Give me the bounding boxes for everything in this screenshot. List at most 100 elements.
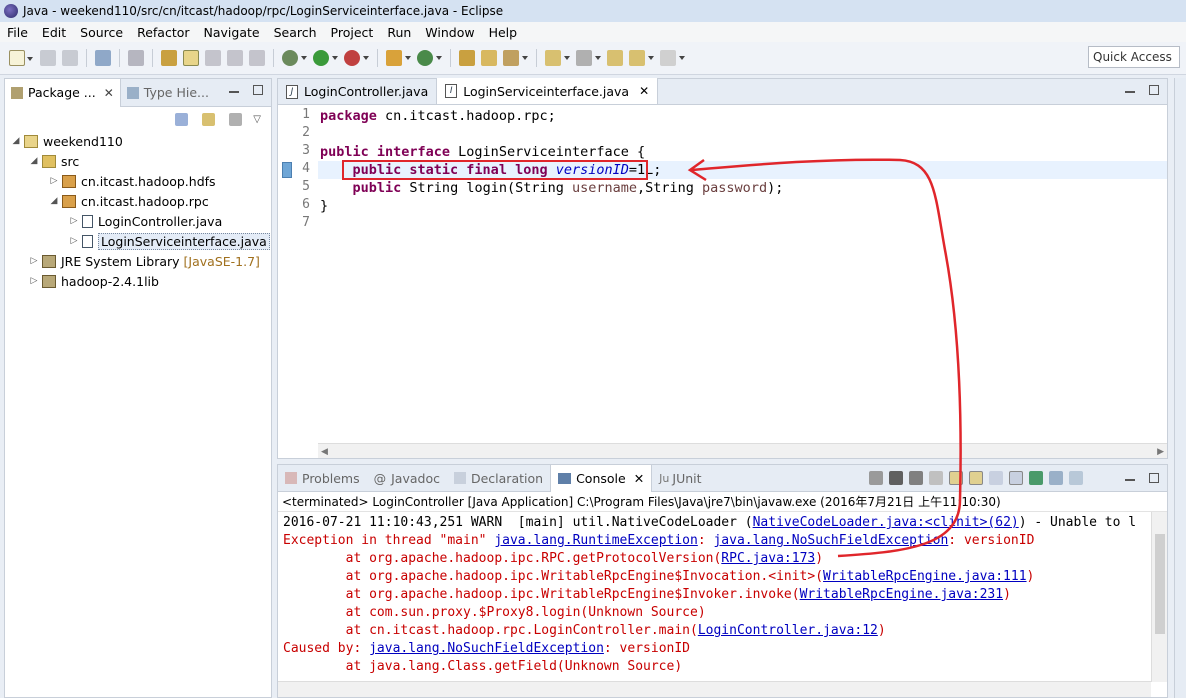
tree-item-weekend110[interactable]: ◢ weekend110	[11, 131, 271, 151]
menu-edit[interactable]: Edit	[35, 25, 73, 40]
remove-launch-icon[interactable]	[889, 471, 903, 485]
maximize-icon[interactable]	[1149, 85, 1159, 95]
scroll-right-icon[interactable]: ▶	[1157, 447, 1164, 457]
tree-item-hadoop-lib[interactable]: ▷ hadoop-2.4.1lib	[11, 271, 271, 291]
menu-navigate[interactable]: Navigate	[197, 25, 267, 40]
collapse-all-icon[interactable]	[175, 112, 189, 126]
toggle-mark-occurrences-icon[interactable]	[183, 50, 199, 66]
tree-item-login-controller[interactable]: ▷ LoginController.java	[11, 211, 271, 231]
menu-run[interactable]: Run	[380, 25, 418, 40]
menu-search[interactable]: Search	[267, 25, 324, 40]
collapsed-twisty-icon[interactable]: ▷	[29, 256, 39, 266]
tab-login-service-interface[interactable]: I LoginServiceinterface.java ✕	[437, 78, 659, 104]
stack-link[interactable]: WritableRpcEngine.java:231	[800, 587, 1004, 602]
tab-package-explorer[interactable]: Package ... ✕	[5, 78, 121, 107]
scroll-thumb[interactable]	[1155, 534, 1165, 634]
debug-icon[interactable]	[282, 50, 307, 66]
console-horizontal-scrollbar[interactable]	[278, 681, 1151, 697]
stack-link[interactable]: NativeCodeLoader.java:<clinit>(62)	[753, 515, 1019, 530]
search-icon[interactable]	[503, 50, 528, 66]
collapsed-twisty-icon[interactable]: ▷	[69, 216, 79, 226]
minimize-icon[interactable]	[1125, 91, 1135, 93]
stack-link[interactable]: WritableRpcEngine.java:111	[823, 569, 1027, 584]
console-vertical-scrollbar[interactable]	[1151, 512, 1167, 682]
previous-annotation-icon[interactable]	[576, 50, 601, 66]
save-icon[interactable]	[40, 50, 56, 66]
open-type-icon[interactable]	[161, 50, 177, 66]
menu-source[interactable]: Source	[73, 25, 130, 40]
stack-link[interactable]: java.lang.NoSuchFieldException	[369, 641, 604, 656]
tab-console[interactable]: Console ✕	[550, 464, 653, 492]
stack-link[interactable]: RPC.java:173	[721, 551, 815, 566]
quick-access-input[interactable]: Quick Access	[1088, 46, 1180, 68]
close-icon[interactable]: ✕	[634, 471, 644, 486]
remove-all-launches-icon[interactable]	[909, 471, 923, 485]
menu-file[interactable]: File	[0, 25, 35, 40]
forward-icon[interactable]	[660, 50, 685, 66]
menu-window[interactable]: Window	[418, 25, 481, 40]
back-icon[interactable]	[629, 50, 654, 66]
minimize-icon[interactable]	[1125, 479, 1135, 481]
run-icon[interactable]	[313, 50, 338, 66]
show-on-output-icon[interactable]	[989, 471, 1003, 485]
tab-type-hierarchy[interactable]: Type Hie...	[121, 79, 215, 107]
skip-breakpoints-icon[interactable]	[128, 50, 144, 66]
tree-item-src[interactable]: ◢ src	[11, 151, 271, 171]
view-menu-icon[interactable]: ▽	[253, 114, 261, 125]
editor-horizontal-scrollbar[interactable]: ◀ ▶	[318, 443, 1167, 458]
scroll-lock-icon[interactable]	[949, 471, 963, 485]
new-java-class-icon[interactable]	[417, 50, 442, 66]
terminate-icon[interactable]	[869, 471, 883, 485]
menu-project[interactable]: Project	[324, 25, 381, 40]
toggle-block-selection-icon[interactable]	[205, 50, 221, 66]
external-tools-icon[interactable]	[344, 50, 369, 66]
paragraph-icon[interactable]	[249, 50, 265, 66]
tab-junit[interactable]: Ju JUnit	[652, 465, 708, 492]
focus-icon[interactable]	[229, 112, 243, 126]
collapsed-twisty-icon[interactable]: ▷	[29, 276, 39, 286]
new-java-package-icon[interactable]	[386, 50, 411, 66]
link-with-editor-icon[interactable]	[202, 112, 216, 126]
show-whitespace-icon[interactable]	[227, 50, 243, 66]
word-wrap-icon[interactable]	[969, 471, 983, 485]
pin-console-icon[interactable]	[1029, 471, 1043, 485]
stack-link[interactable]: java.lang.NoSuchFieldException	[713, 533, 948, 548]
console-icon[interactable]	[95, 50, 111, 66]
minimize-icon[interactable]	[229, 91, 239, 93]
expanded-twisty-icon[interactable]: ◢	[49, 196, 59, 206]
collapsed-twisty-icon[interactable]: ▷	[49, 176, 59, 186]
menu-help[interactable]: Help	[482, 25, 525, 40]
java-file-icon: J	[286, 84, 298, 99]
open-folder-icon[interactable]	[459, 50, 475, 66]
tree-item-login-service-interface[interactable]: ▷ LoginServiceinterface.java	[11, 231, 271, 251]
display-console-icon[interactable]	[1049, 471, 1063, 485]
scroll-left-icon[interactable]: ◀	[321, 447, 328, 457]
tab-login-controller[interactable]: J LoginController.java	[278, 79, 438, 104]
close-icon[interactable]: ✕	[104, 86, 114, 100]
tree-item-package-rpc[interactable]: ◢ cn.itcast.hadoop.rpc	[11, 191, 271, 211]
tab-problems[interactable]: Problems	[278, 465, 367, 492]
clear-console-icon[interactable]	[929, 471, 943, 485]
code-area[interactable]: 1 2 3 4 5 6 7 package cn.itcast.hadoop.r…	[278, 105, 1167, 445]
tree-item-jre-library[interactable]: ▷ JRE System Library [JavaSE-1.7]	[11, 251, 271, 271]
open-console-icon[interactable]	[1069, 471, 1083, 485]
open-task-icon[interactable]	[481, 50, 497, 66]
maximize-icon[interactable]	[253, 85, 263, 95]
tab-declaration[interactable]: Declaration	[447, 465, 550, 492]
stack-link[interactable]: java.lang.RuntimeException	[494, 533, 698, 548]
expanded-twisty-icon[interactable]: ◢	[11, 136, 21, 146]
expanded-twisty-icon[interactable]: ◢	[29, 156, 39, 166]
stack-link[interactable]: LoginController.java:12	[698, 623, 878, 638]
console-output[interactable]: 2016-07-21 11:10:43,251 WARN [main] util…	[278, 512, 1151, 682]
tab-javadoc[interactable]: @ Javadoc	[367, 465, 447, 492]
show-on-error-icon[interactable]	[1009, 471, 1023, 485]
save-all-icon[interactable]	[62, 50, 78, 66]
new-icon[interactable]	[9, 50, 33, 66]
maximize-icon[interactable]	[1149, 473, 1159, 483]
next-annotation-icon[interactable]	[545, 50, 570, 66]
close-icon[interactable]: ✕	[639, 84, 649, 98]
collapsed-twisty-icon[interactable]: ▷	[69, 236, 79, 246]
menu-refactor[interactable]: Refactor	[130, 25, 196, 40]
last-edit-location-icon[interactable]	[607, 50, 623, 66]
tree-item-package-hdfs[interactable]: ▷ cn.itcast.hadoop.hdfs	[11, 171, 271, 191]
